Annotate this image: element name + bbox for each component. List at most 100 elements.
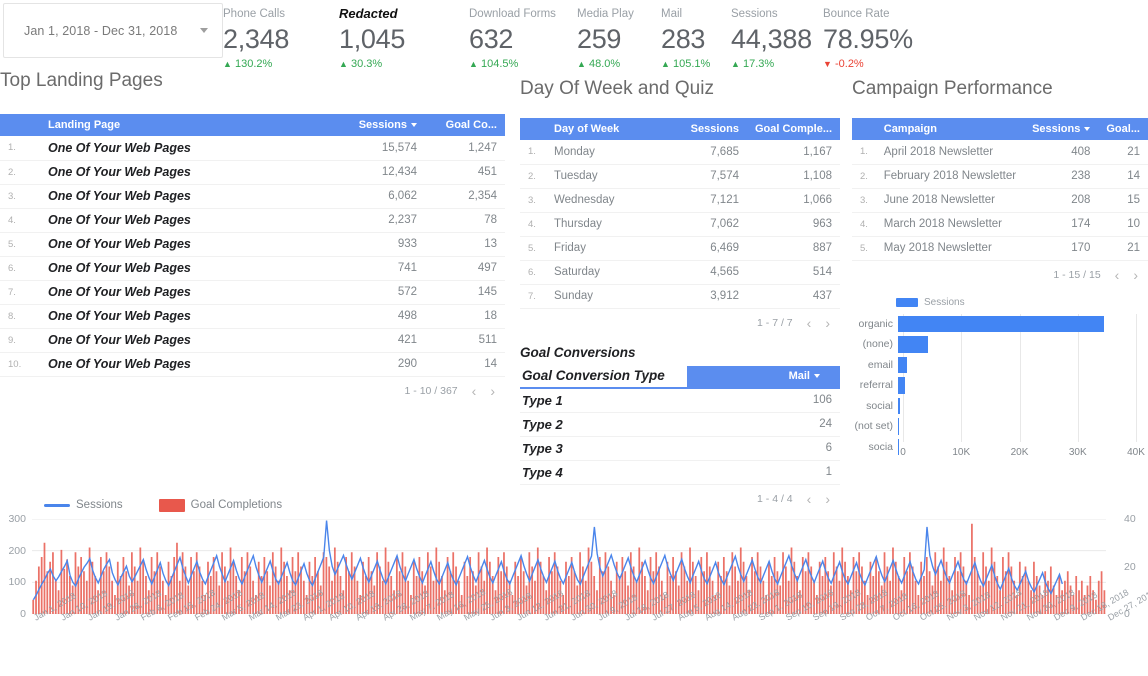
legend-label-sessions: Sessions [76,499,123,511]
scorecard-value: 78.95% [823,24,913,54]
table-row[interactable]: 6. One Of Your Web Pages 741 497 [0,256,505,281]
cell-goal-completions: 13 [425,232,505,257]
chevron-down-icon[interactable] [200,28,208,33]
table-header-row: Day of Week Sessions Goal Comple... [520,118,840,140]
table-row[interactable]: 1. Monday 7,685 1,167 [520,140,840,165]
table-row[interactable]: 1. One Of Your Web Pages 15,574 1,247 [0,136,505,161]
campaign-performance-panel: Campaign Performance Campaign Sessions G… [852,78,1148,464]
cell-conversion-value: 106 [812,394,832,406]
table-row[interactable]: 2. Tuesday 7,574 1,108 [520,164,840,189]
goal-conversion-row[interactable]: Type 3 6 [520,437,840,461]
bar-row[interactable]: organic [852,314,1136,335]
goal-conversion-row[interactable]: Type 1 106 [520,389,840,413]
column-goal-conversion-type[interactable]: Goal Conversion Type [520,366,687,387]
cell-campaign: March 2018 Newsletter [875,212,1025,237]
table-row[interactable]: 4. Thursday 7,062 963 [520,212,840,237]
cell-goal-completions: 78 [425,208,505,233]
timeseries-left-axis: 0 100 200 300 [0,513,30,620]
table-row[interactable]: 10. One Of Your Web Pages 290 14 [0,352,505,377]
x-tick-label: 20K [1010,446,1029,458]
next-page-icon[interactable]: › [825,315,830,331]
row-index: 2. [0,160,40,185]
column-sessions[interactable]: Sessions [675,118,747,140]
cell-goal-completions: 1,167 [746,140,840,165]
table-row[interactable]: 5. May 2018 Newsletter 170 21 [852,236,1148,261]
column-goal-completions[interactable]: Goal Comple... [747,118,840,140]
cell-sessions: 7,685 [674,140,747,165]
arrow-down-icon: ▼ [823,59,832,69]
column-goals[interactable]: Goal... [1098,118,1148,140]
bar-row[interactable]: social [852,396,1136,417]
cell-goal-completions: 18 [425,304,505,329]
y-tick-label: 100 [8,576,26,589]
scorecard-bounce-rate: Bounce Rate 78.95% ▼ -0.2% [823,6,923,72]
next-page-icon[interactable]: › [1133,267,1138,283]
cell-campaign: April 2018 Newsletter [875,140,1025,165]
column-landing-page[interactable]: Landing Page [40,114,325,136]
table-row[interactable]: 4. March 2018 Newsletter 174 10 [852,212,1148,237]
table-row[interactable]: 7. Sunday 3,912 437 [520,284,840,309]
bar-fill [898,336,929,353]
cell-goal-completions: 14 [425,352,505,377]
prev-page-icon[interactable]: ‹ [472,383,477,399]
goal-conversion-row[interactable]: Type 4 1 [520,461,840,485]
column-sessions[interactable]: Sessions [1024,118,1098,140]
cell-sessions: 7,574 [674,164,747,189]
table-row[interactable]: 2. One Of Your Web Pages 12,434 451 [0,160,505,185]
bar-row[interactable]: (none) [852,334,1136,355]
cell-goal-completions: 497 [425,256,505,281]
scorecard-value: 259 [577,24,622,54]
prev-page-icon[interactable]: ‹ [807,315,812,331]
scorecard-phone-calls: Phone Calls 2,348 ▲ 130.2% [223,6,339,72]
cell-sessions: 290 [325,352,425,377]
date-range-selector[interactable]: Jan 1, 2018 - Dec 31, 2018 [3,3,223,58]
table-row[interactable]: 2. February 2018 Newsletter 238 14 [852,164,1148,189]
bar-row[interactable]: (not set) [852,416,1136,437]
cell-sessions: 2,237 [325,208,425,233]
legend-item-goal-completions: Goal Completions [158,498,282,512]
column-campaign[interactable]: Campaign [876,118,1024,140]
cell-goal-completions: 514 [746,260,840,285]
table-row[interactable]: 3. Wednesday 7,121 1,066 [520,188,840,213]
column-day-of-week[interactable]: Day of Week [546,118,675,140]
column-mail[interactable]: Mail [687,365,840,387]
table-row[interactable]: 5. Friday 6,469 887 [520,236,840,261]
cell-day: Sunday [546,284,675,309]
column-sessions[interactable]: Sessions [325,114,425,136]
bar-track [898,334,1136,355]
bar-label: referral [859,379,893,392]
goal-conversion-row[interactable]: Type 2 24 [520,413,840,437]
scorecard-delta: ▲ 48.0% [577,58,621,70]
cell-sessions: 7,062 [674,212,747,237]
cell-landing-page: One Of Your Web Pages [40,256,325,281]
timeseries-x-axis: Jan 1, 2018 Jan 10, 2018 Jan 19, 2018 Jan 2… [32,587,1148,676]
cell-landing-page: One Of Your Web Pages [40,136,325,161]
bar-row[interactable]: email [852,355,1136,376]
scorecard-label: Phone Calls [223,8,286,20]
table-row[interactable]: 7. One Of Your Web Pages 572 145 [0,280,505,305]
cell-campaign: February 2018 Newsletter [875,164,1025,189]
table-row[interactable]: 8. One Of Your Web Pages 498 18 [0,304,505,329]
table-row[interactable]: 5. One Of Your Web Pages 933 13 [0,232,505,257]
arrow-up-icon: ▲ [469,59,478,69]
column-goal-completions[interactable]: Goal Co... [425,114,505,136]
sort-descending-icon [1084,127,1091,132]
scorecard-label: Mail [661,8,683,20]
table-row[interactable]: 3. June 2018 Newsletter 208 15 [852,188,1148,213]
row-index: 6. [0,256,40,281]
scorecard-value: 632 [469,24,514,54]
cell-sessions: 6,469 [674,236,747,261]
scorecard-sessions: Sessions 44,388 ▲ 17.3% [731,6,823,72]
table-row[interactable]: 1. April 2018 Newsletter 408 21 [852,140,1148,165]
next-page-icon[interactable]: › [490,383,495,399]
cell-landing-page: One Of Your Web Pages [40,232,325,257]
prev-page-icon[interactable]: ‹ [1115,267,1120,283]
cell-sessions: 3,912 [674,284,747,309]
table-row[interactable]: 3. One Of Your Web Pages 6,062 2,354 [0,184,505,209]
table-row[interactable]: 9. One Of Your Web Pages 421 511 [0,328,505,353]
table-row[interactable]: 6. Saturday 4,565 514 [520,260,840,285]
cell-goal-completions: 437 [746,284,840,309]
bar-row[interactable]: referral [852,375,1136,396]
cell-day: Wednesday [546,188,675,213]
table-row[interactable]: 4. One Of Your Web Pages 2,237 78 [0,208,505,233]
